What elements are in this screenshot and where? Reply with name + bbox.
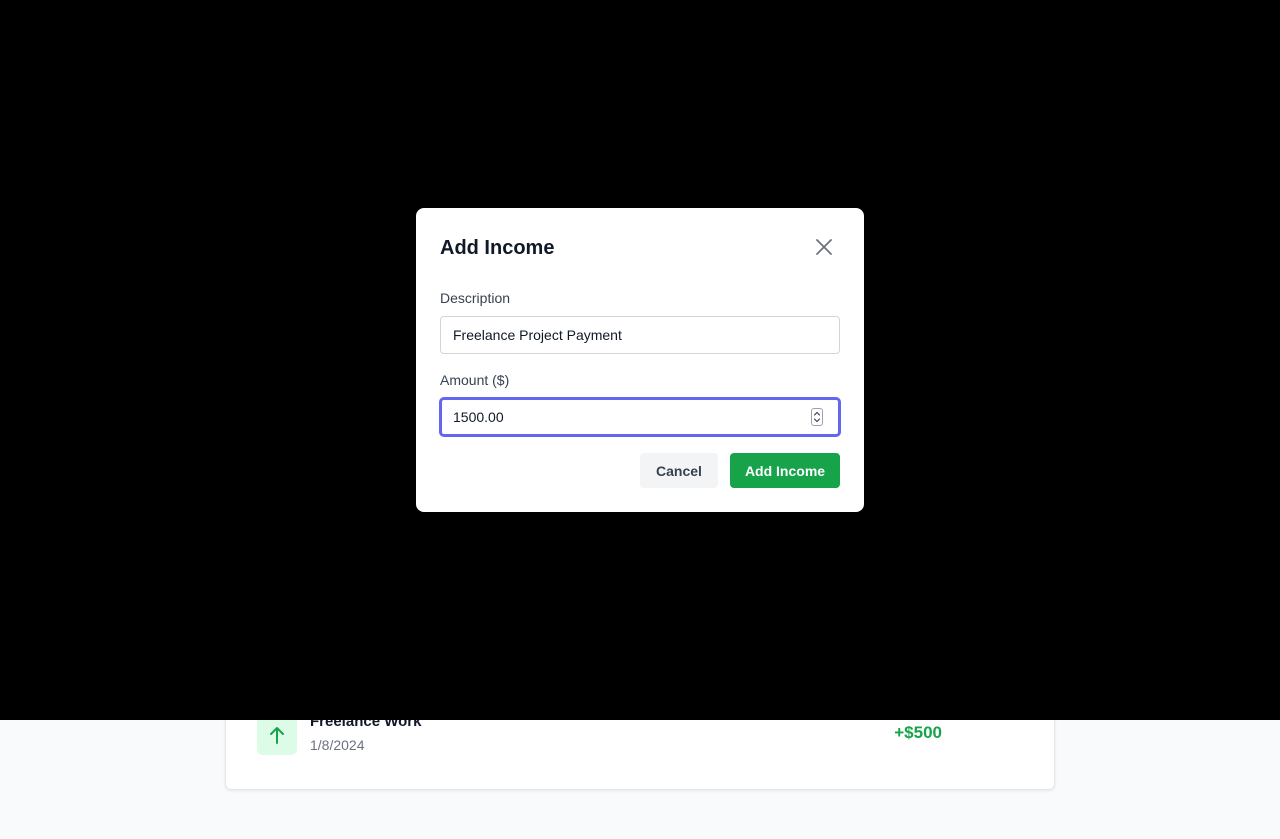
amount-label: Amount ($): [440, 372, 510, 388]
close-icon: [815, 238, 833, 259]
modal-title: Add Income: [440, 237, 555, 259]
cancel-button[interactable]: Cancel: [640, 453, 718, 488]
transaction-date: 1/8/2024: [310, 737, 365, 753]
arrow-up-icon: [257, 715, 297, 755]
amount-stepper[interactable]: [811, 408, 823, 426]
close-button[interactable]: [812, 234, 836, 262]
amount-input[interactable]: [440, 398, 840, 436]
stepper-arrows-icon: [813, 411, 821, 423]
app-page: Freelance Work 1/8/2024 +$500 Add Income…: [0, 0, 1280, 839]
description-label: Description: [440, 290, 511, 306]
add-income-modal: Add Income Description Amount ($) Cancel…: [416, 208, 864, 512]
add-income-button[interactable]: Add Income: [730, 453, 840, 488]
transaction-amount: +$500: [894, 723, 942, 742]
description-input[interactable]: [440, 316, 840, 354]
